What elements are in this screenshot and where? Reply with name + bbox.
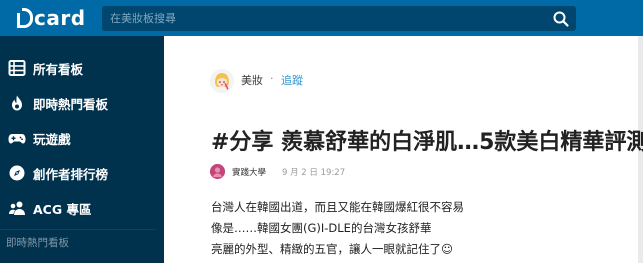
follow-button[interactable]: 追蹤 [281, 72, 303, 88]
list-board-icon [8, 59, 26, 77]
sidebar-item-hot-boards[interactable]: 即時熱門看板 [0, 86, 156, 120]
gamepad-icon [8, 129, 26, 147]
search-button[interactable] [552, 10, 570, 28]
content-gutter [156, 36, 164, 263]
sidebar-item-label: 玩遊戲 [33, 131, 71, 147]
flame-icon [8, 94, 26, 112]
author-avatar[interactable] [210, 164, 225, 179]
sidebar-section-title: 即時熱門看板 [6, 237, 69, 249]
sidebar-item-label: 創作者排行榜 [33, 166, 109, 182]
post-body-line: 像是……韓國女團(G)I-DLE的台灣女孩舒華 [211, 221, 432, 235]
school-avatar-icon [210, 164, 225, 179]
forum-name[interactable]: 美妝 [241, 72, 263, 88]
search-bar [102, 6, 576, 31]
post-body-line: 亮麗的外型、精緻的五官，讓人一眼就記住了☺ [211, 242, 453, 256]
sidebar-item-acg[interactable]: ACG 專區 [0, 191, 156, 225]
logo-d-mark-icon [17, 8, 33, 28]
top-navbar: card [0, 0, 643, 36]
makeup-forum-icon [210, 69, 234, 93]
sidebar-divider [0, 229, 156, 230]
users-icon [8, 199, 26, 217]
search-input[interactable] [102, 6, 542, 31]
sidebar-item-creator-ranking[interactable]: 創作者排行榜 [0, 156, 156, 190]
logo-text: card [34, 6, 86, 30]
sidebar-item-all-boards[interactable]: 所有看板 [0, 51, 156, 85]
forum-avatar[interactable] [210, 69, 234, 93]
sidebar-item-games[interactable]: 玩遊戲 [0, 121, 156, 155]
search-icon [553, 11, 569, 27]
post-title: #分享 羨慕舒華的白淨肌…5款美白精華評測 [211, 130, 643, 155]
sidebar-item-label: 即時熱門看板 [33, 96, 109, 112]
post-date: 9 月 2 日 19:27 [282, 168, 346, 178]
separator-dot: · [270, 72, 274, 85]
post-body-line: 台灣人在韓國出道，而且又能在韓國爆紅很不容易 [211, 200, 464, 214]
dcard-logo[interactable]: card [17, 6, 86, 30]
sidebar-item-label: 所有看板 [33, 61, 84, 77]
sidebar: 所有看板 即時熱門看板 玩遊戲 創作者排行榜 ACG 專區 即時熱門看板 [0, 36, 156, 263]
sidebar-item-label: ACG 專區 [33, 201, 92, 217]
compass-icon [8, 164, 26, 182]
author-name[interactable]: 實踐大學 [232, 166, 266, 178]
